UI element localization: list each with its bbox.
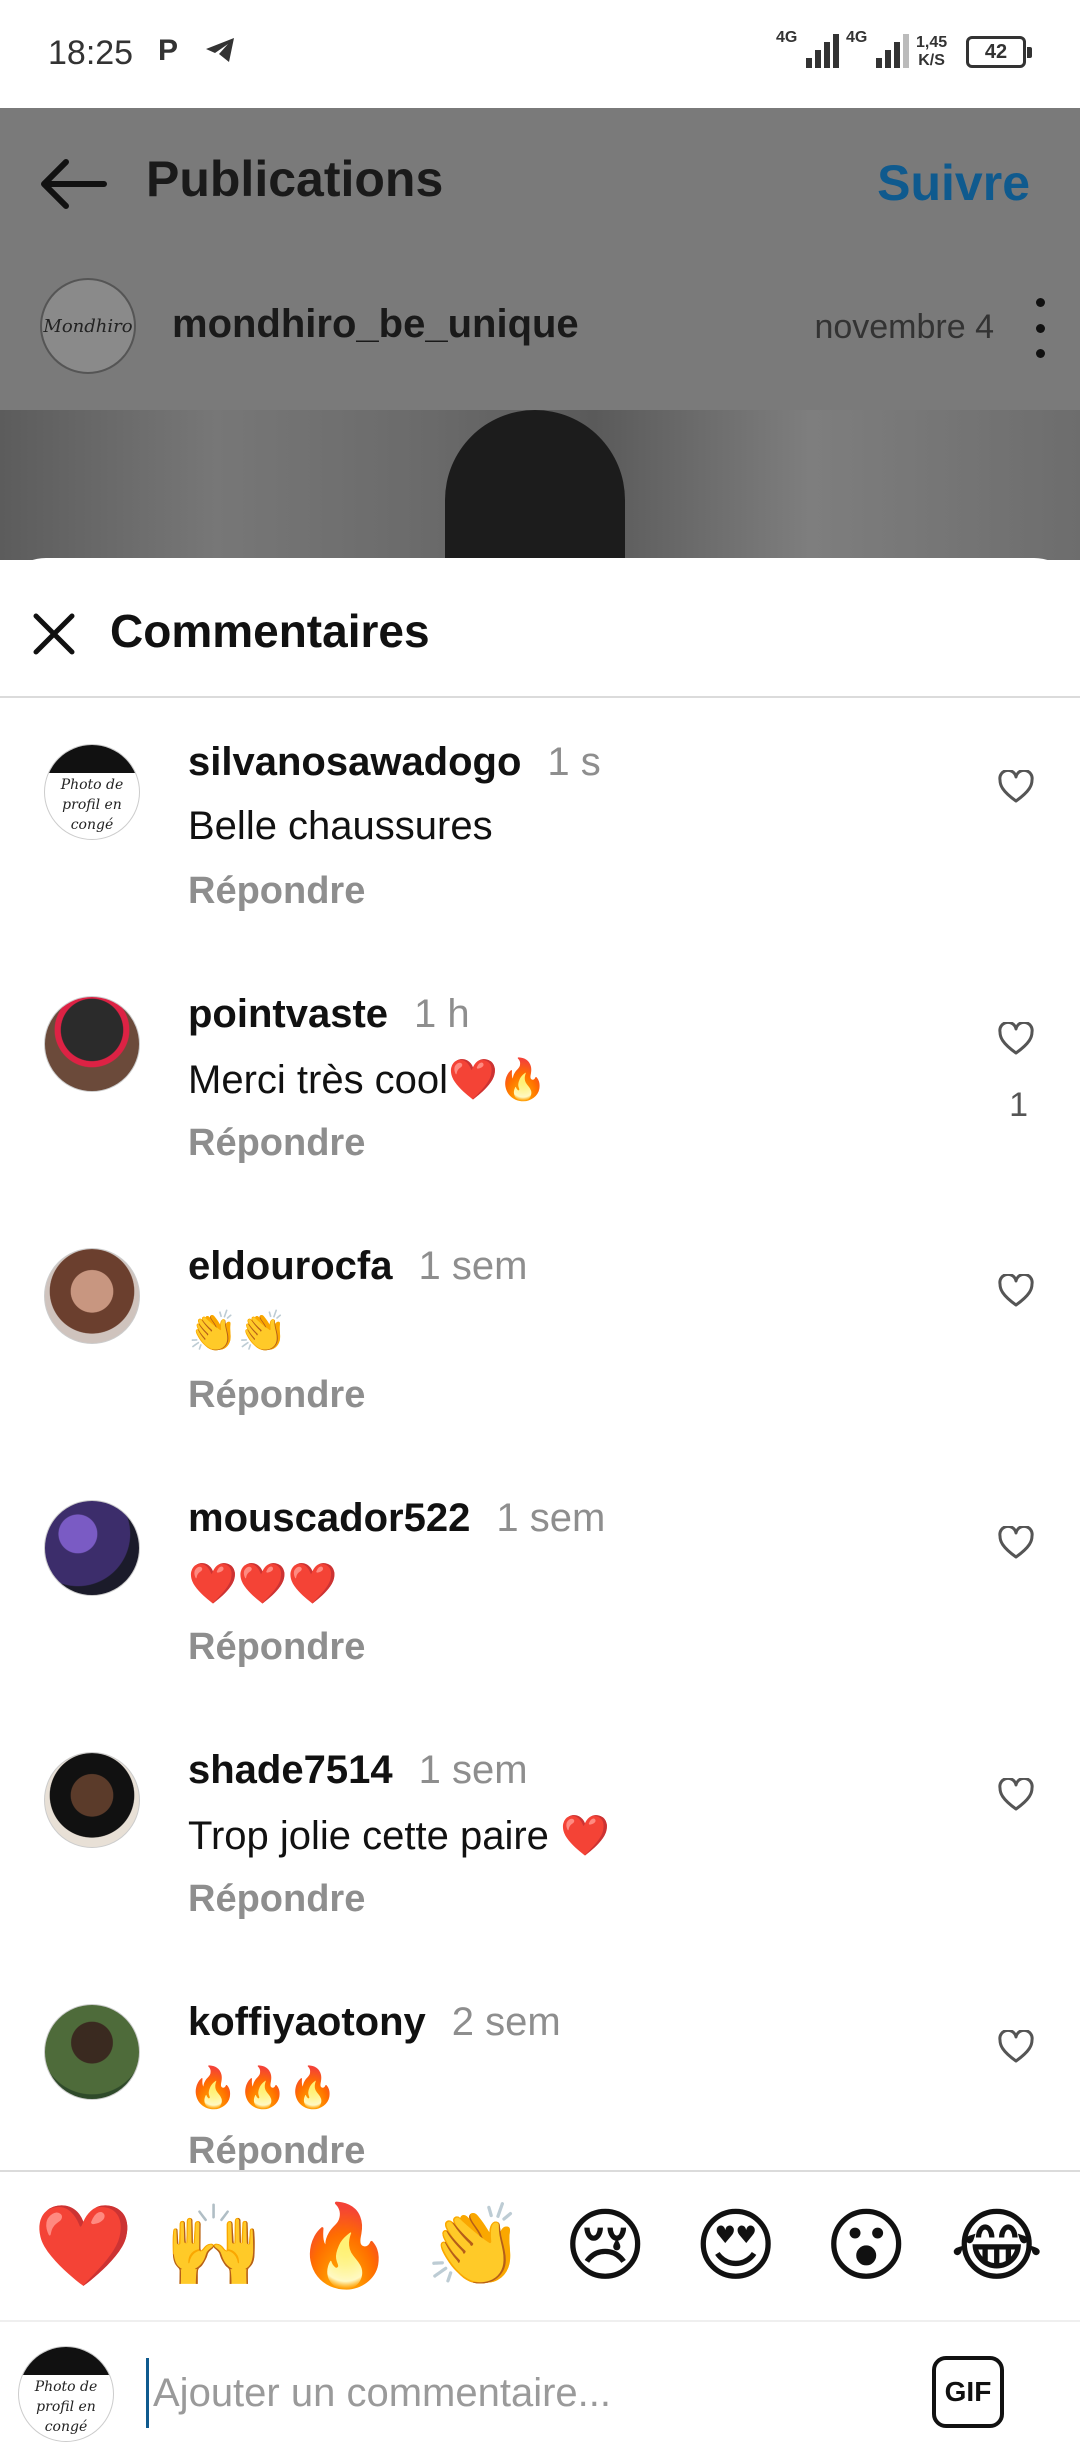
gif-button[interactable]: GIF bbox=[932, 2356, 1004, 2428]
telegram-icon bbox=[204, 36, 236, 69]
emoji-raising-hands-button[interactable]: 🙌 bbox=[159, 2201, 269, 2291]
emoji-clapping-button[interactable]: 👏 bbox=[420, 2201, 530, 2291]
back-arrow-icon[interactable] bbox=[36, 154, 108, 219]
commenter-avatar[interactable] bbox=[44, 1752, 140, 1848]
comment-time: 1 sem bbox=[418, 1244, 528, 1288]
comment-item: eldourocfa 1 sem 👏👏 Répondre bbox=[0, 1202, 1080, 1454]
comment-text: ❤️❤️❤️ bbox=[188, 1562, 338, 1606]
emoji-laughing-button[interactable]: 😂 bbox=[942, 2201, 1052, 2291]
comment-input[interactable] bbox=[146, 2358, 906, 2428]
emoji-heart-eyes-button[interactable]: 😍 bbox=[681, 2201, 791, 2291]
reply-button[interactable]: Répondre bbox=[188, 1374, 365, 1417]
comment-username-row: koffiyaotony 2 sem bbox=[188, 2000, 561, 2045]
network-type-2: 4G bbox=[846, 29, 868, 46]
network-speed: 1,45 K/S bbox=[916, 34, 947, 70]
comment-time: 1 s bbox=[547, 740, 601, 784]
comment-username[interactable]: shade7514 bbox=[188, 1748, 393, 1792]
reply-button[interactable]: Répondre bbox=[188, 1878, 365, 1921]
comment-time: 2 sem bbox=[451, 2000, 561, 2044]
heart-outline-icon[interactable] bbox=[998, 1524, 1034, 1565]
comment-username[interactable]: koffiyaotony bbox=[188, 2000, 426, 2044]
comment-text: Belle chaussures bbox=[188, 804, 493, 848]
follow-button[interactable]: Suivre bbox=[877, 154, 1030, 212]
comment-username[interactable]: silvanosawadogo bbox=[188, 740, 521, 784]
comment-username[interactable]: pointvaste bbox=[188, 992, 388, 1036]
reply-button[interactable]: Répondre bbox=[188, 1626, 365, 1669]
network-type-1: 4G bbox=[776, 29, 798, 46]
status-bar: 18:25 P 4G 4G 1,45 K/S 42 bbox=[0, 0, 1080, 108]
heart-outline-icon[interactable] bbox=[998, 2028, 1034, 2069]
heart-outline-icon[interactable] bbox=[998, 768, 1034, 809]
commenter-avatar[interactable] bbox=[44, 996, 140, 1092]
commenter-avatar[interactable] bbox=[44, 2004, 140, 2100]
comment-time: 1 sem bbox=[418, 1748, 528, 1792]
current-user-avatar: Photo de profil en congé bbox=[18, 2346, 114, 2442]
commenter-avatar[interactable]: Photo de profil en congé bbox=[44, 744, 140, 840]
avatar-caption: Photo de profil en congé bbox=[34, 2379, 98, 2435]
comment-username-row: silvanosawadogo 1 s bbox=[188, 740, 601, 785]
emoji-quick-bar: ❤️ 🙌 🔥 👏 😢 😍 😮 😂 bbox=[0, 2170, 1080, 2320]
heart-outline-icon[interactable] bbox=[998, 1272, 1034, 1313]
comment-text: Merci très cool❤️🔥 bbox=[188, 1058, 548, 1102]
commenter-avatar[interactable] bbox=[44, 1248, 140, 1344]
comment-time: 1 h bbox=[414, 992, 470, 1036]
comment-item: shade7514 1 sem Trop jolie cette paire ❤️… bbox=[0, 1706, 1080, 1958]
avatar-caption: Photo de profil en congé bbox=[60, 777, 124, 833]
comment-username[interactable]: eldourocfa bbox=[188, 1244, 392, 1288]
signal-icon-2 bbox=[876, 34, 909, 68]
comment-username-row: mouscador522 1 sem bbox=[188, 1496, 605, 1541]
comment-username-row: eldourocfa 1 sem bbox=[188, 1244, 527, 1289]
comments-title: Commentaires bbox=[110, 605, 430, 657]
reply-button[interactable]: Répondre bbox=[188, 2130, 365, 2173]
network-speed-unit: K/S bbox=[918, 52, 945, 69]
emoji-fire-button[interactable]: 🔥 bbox=[289, 2201, 399, 2291]
comment-item: pointvaste 1 h Merci très cool❤️🔥 Répondr… bbox=[0, 950, 1080, 1202]
emoji-heart-button[interactable]: ❤️ bbox=[28, 2201, 138, 2291]
comment-username-row: shade7514 1 sem bbox=[188, 1748, 528, 1793]
more-options-icon[interactable] bbox=[1030, 298, 1050, 358]
post-header: Mondhiro mondhiro_be_unique novembre 4 bbox=[0, 278, 1080, 388]
like-count: 1 bbox=[1009, 1086, 1028, 1124]
page-title: Publications bbox=[146, 151, 444, 207]
post-image bbox=[0, 410, 1080, 560]
reply-button[interactable]: Répondre bbox=[188, 1122, 365, 1165]
heart-outline-icon[interactable] bbox=[998, 1020, 1034, 1061]
battery-icon: 42 bbox=[966, 36, 1032, 68]
comment-text: 🔥🔥🔥 bbox=[188, 2066, 338, 2110]
post-page-background: Publications Suivre Mondhiro mondhiro_be… bbox=[0, 108, 1080, 560]
post-author-logo-text: Mondhiro bbox=[43, 315, 133, 337]
reply-button[interactable]: Répondre bbox=[188, 870, 365, 913]
commenter-avatar[interactable] bbox=[44, 1500, 140, 1596]
network-speed-value: 1,45 bbox=[916, 34, 948, 51]
post-date: novembre 4 bbox=[814, 308, 994, 346]
post-author-avatar[interactable]: Mondhiro bbox=[40, 278, 136, 374]
emoji-crying-button[interactable]: 😢 bbox=[550, 2201, 660, 2291]
comment-text: 👏👏 bbox=[188, 1310, 288, 1354]
post-username[interactable]: mondhiro_be_unique bbox=[172, 302, 579, 347]
comment-text: Trop jolie cette paire ❤️ bbox=[188, 1814, 610, 1858]
comment-item: mouscador522 1 sem ❤️❤️❤️ Répondre bbox=[0, 1454, 1080, 1706]
signal-icon-1 bbox=[806, 34, 839, 68]
close-icon[interactable] bbox=[28, 608, 80, 665]
emoji-surprised-button[interactable]: 😮 bbox=[811, 2201, 921, 2291]
comment-composer: Photo de profil en congé GIF bbox=[0, 2320, 1080, 2460]
comment-username-row: pointvaste 1 h bbox=[188, 992, 470, 1037]
heart-outline-icon[interactable] bbox=[998, 1776, 1034, 1817]
comment-item: Photo de profil en congé silvanosawadogo… bbox=[0, 698, 1080, 950]
top-bar: Publications Suivre bbox=[0, 108, 1080, 258]
notification-p-icon: P bbox=[158, 34, 179, 67]
status-time: 18:25 bbox=[48, 34, 134, 72]
comment-username[interactable]: mouscador522 bbox=[188, 1496, 470, 1540]
comments-sheet-header: Commentaires bbox=[0, 558, 1080, 698]
comment-time: 1 sem bbox=[496, 1496, 606, 1540]
